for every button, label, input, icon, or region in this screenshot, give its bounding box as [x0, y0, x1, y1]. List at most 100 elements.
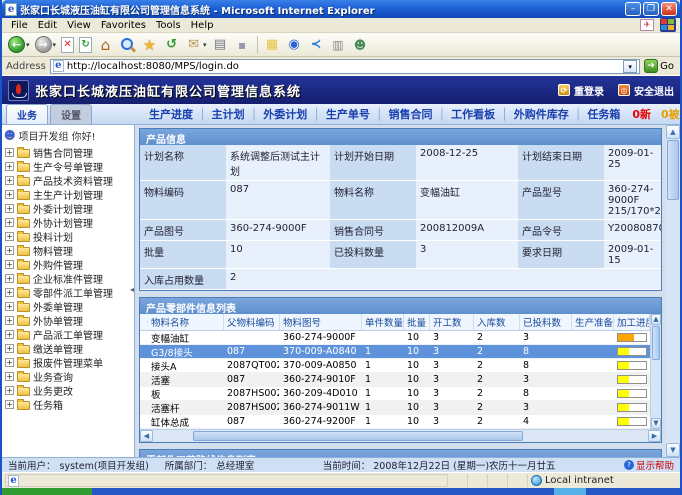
expand-icon[interactable]: + [5, 204, 14, 213]
parts-table-vscrollbar[interactable]: ▲ ▼ [650, 314, 661, 429]
menu-edit[interactable]: Edit [33, 19, 62, 32]
sidebar-item[interactable]: +投料计划 [2, 229, 134, 243]
sidebar-item[interactable]: +任务箱 [2, 397, 134, 411]
expand-icon[interactable]: + [5, 148, 14, 157]
scrollbar-thumb[interactable] [667, 140, 679, 200]
table-row[interactable]: 缸体总成087360-274-9200F11032419 % [140, 415, 650, 429]
back-button[interactable]: ←▾ [6, 34, 32, 55]
scroll-down-icon[interactable]: ▼ [666, 443, 680, 457]
title-bar[interactable]: e 张家口长城液压油缸有限公司管理信息系统 - Microsoft Intern… [2, 0, 680, 18]
sidebar-item[interactable]: +外购件管理 [2, 257, 134, 271]
address-input[interactable]: e http://localhost:8080/MPS/login.do ▾ [50, 59, 640, 74]
scroll-down-icon[interactable]: ▼ [651, 418, 661, 429]
column-header[interactable]: 加工进度 [614, 314, 650, 330]
scroll-left-icon[interactable]: ◀ [140, 430, 153, 442]
notes-button[interactable]: ▦ [262, 34, 283, 55]
messenger-people-button[interactable]: ☻ [350, 34, 371, 55]
expand-icon[interactable]: + [5, 162, 14, 171]
sidebar-item[interactable]: +企业标准件管理 [2, 271, 134, 285]
nav-item-4[interactable]: 销售合同 [389, 106, 433, 122]
expand-icon[interactable]: + [5, 288, 14, 297]
address-dropdown-button[interactable]: ▾ [623, 60, 637, 73]
search-button[interactable] [117, 34, 138, 55]
scrollbar-thumb[interactable] [193, 431, 523, 441]
nav-item-6[interactable]: 外购件库存 [514, 106, 569, 122]
sidebar-item[interactable]: +业务更改 [2, 383, 134, 397]
go-button[interactable]: ➜ Go [644, 59, 676, 73]
expand-icon[interactable]: + [5, 386, 14, 395]
tab-settings[interactable]: 设置 [50, 104, 92, 124]
media-swoosh-button[interactable]: ≺ [306, 34, 327, 55]
column-header[interactable]: 入库数 [474, 314, 520, 330]
sidebar-item[interactable]: +销售合同管理 [2, 145, 134, 159]
sidebar-item[interactable]: +外协计划管理 [2, 215, 134, 229]
sidebar-item[interactable]: +报废件管理菜单 [2, 355, 134, 369]
print-button[interactable]: ▤ [210, 34, 231, 55]
menu-file[interactable]: File [6, 19, 33, 32]
scroll-up-icon[interactable]: ▲ [651, 314, 661, 325]
windows-taskbar[interactable] [2, 488, 680, 495]
nav-item-3[interactable]: 生产单号 [326, 106, 370, 122]
research-button[interactable]: ▥ [328, 34, 349, 55]
page-vscrollbar[interactable]: ▲ ▼ [666, 125, 680, 457]
nav-item-7[interactable]: 任务箱 [587, 106, 620, 122]
sidebar-item[interactable]: +零部件派工单管理 [2, 285, 134, 299]
expand-icon[interactable]: + [5, 400, 14, 409]
expand-icon[interactable]: + [5, 260, 14, 269]
sidebar-item[interactable]: +产品派工单管理 [2, 327, 134, 341]
sidebar-item[interactable]: +主生产计划管理 [2, 187, 134, 201]
nav-item-2[interactable]: 外委计划 [263, 106, 307, 122]
maximize-button[interactable] [643, 2, 659, 16]
browser-extension-icon[interactable]: ✈ [640, 19, 654, 31]
minimize-button[interactable] [625, 2, 641, 16]
column-header[interactable]: 物料图号 [280, 314, 362, 330]
parts-table-hscrollbar[interactable]: ◀ ▶ [140, 429, 661, 442]
nav-item-0[interactable]: 生产进度 [149, 106, 193, 122]
relogin-button[interactable]: ⟳ 重登录 [558, 83, 604, 98]
menu-view[interactable]: View [62, 19, 96, 32]
expand-icon[interactable]: + [5, 316, 14, 325]
refresh-button[interactable]: ↻ [77, 34, 94, 55]
sidebar-item[interactable]: +物料管理 [2, 243, 134, 257]
dropdown-arrow-icon[interactable]: ▾ [203, 41, 207, 49]
expand-icon[interactable]: + [5, 358, 14, 367]
column-header[interactable]: 物料名称 [148, 314, 224, 330]
mail-button[interactable]: ✉▾ [183, 34, 209, 55]
dropdown-arrow-icon[interactable]: ▾ [26, 41, 30, 49]
expand-icon[interactable]: + [5, 232, 14, 241]
home-button[interactable]: ⌂ [95, 34, 116, 55]
menu-tools[interactable]: Tools [151, 19, 186, 32]
expand-icon[interactable]: + [5, 246, 14, 255]
expand-icon[interactable]: + [5, 302, 14, 311]
sidebar-item[interactable]: +产品技术资料管理 [2, 173, 134, 187]
menu-help[interactable]: Help [186, 19, 219, 32]
sidebar-item[interactable]: +生产令号单管理 [2, 159, 134, 173]
nav-item-1[interactable]: 主计划 [212, 106, 245, 122]
show-help-link[interactable]: ? 显示帮助 [624, 458, 674, 472]
stop-button[interactable]: ✕ [59, 34, 76, 55]
close-button[interactable] [661, 2, 677, 16]
expand-icon[interactable]: + [5, 190, 14, 199]
forward-button[interactable]: →▾ [33, 34, 59, 55]
messenger-globe-button[interactable]: ◉ [284, 34, 305, 55]
sidebar-item[interactable]: +外委计划管理 [2, 201, 134, 215]
address-url[interactable]: http://localhost:8080/MPS/login.do [67, 61, 620, 72]
expand-icon[interactable]: + [5, 372, 14, 381]
dropdown-arrow-icon[interactable]: ▾ [53, 41, 57, 49]
column-header[interactable]: 生产准备 [572, 314, 614, 330]
sidebar-item[interactable]: +外协单管理 [2, 313, 134, 327]
expand-icon[interactable]: + [5, 218, 14, 227]
expand-icon[interactable]: + [5, 330, 14, 339]
favorites-button[interactable]: ★ [139, 34, 160, 55]
scroll-up-icon[interactable]: ▲ [666, 125, 680, 139]
column-header[interactable]: 已投料数 [520, 314, 572, 330]
column-header[interactable]: 批量 [404, 314, 430, 330]
history-button[interactable]: ↺ [161, 34, 182, 55]
column-header[interactable]: 开工数 [430, 314, 474, 330]
column-header[interactable]: 父物料编码 [224, 314, 280, 330]
logout-button[interactable]: ◎ 安全退出 [618, 83, 674, 98]
sidebar-collapse-handle[interactable]: ◂ [130, 285, 134, 294]
menu-favorites[interactable]: Favorites [96, 19, 151, 32]
column-header[interactable]: 单件数量 [362, 314, 404, 330]
expand-icon[interactable]: + [5, 176, 14, 185]
